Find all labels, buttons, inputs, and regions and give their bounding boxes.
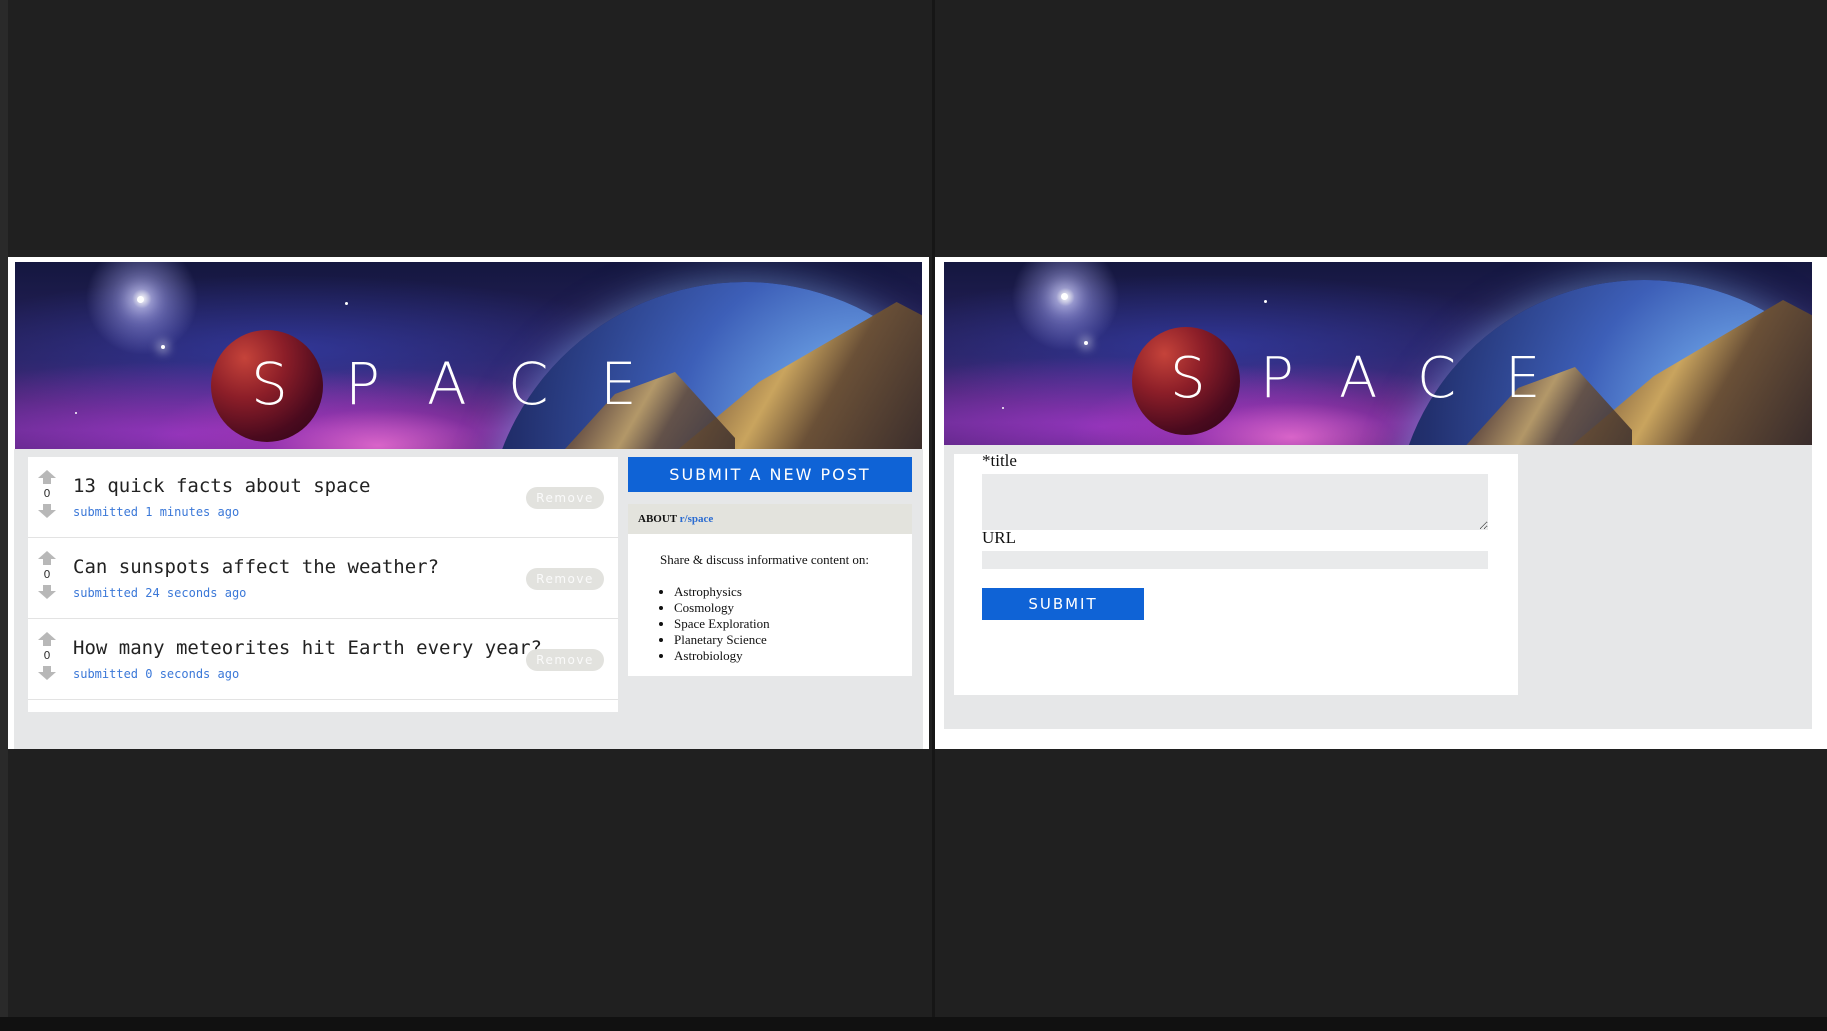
post-title[interactable]: 13 quick facts about space [73,475,370,497]
post-meta[interactable]: submitted 24 seconds ago [73,586,246,600]
banner-letter: E [600,350,637,418]
star [345,302,348,305]
post-score: 0 [43,649,51,662]
banner-letter: P [1260,346,1294,411]
post-list: 0 13 quick facts about space submitted 1… [28,457,618,712]
banner-letter: S [251,350,288,418]
topic-item: Astrobiology [674,648,902,664]
sidebar: SUBMIT A NEW POST ABOUT r/space Share & … [628,457,912,676]
post-item [28,700,618,712]
post-title[interactable]: Can sunspots affect the weather? [73,556,439,578]
remove-button[interactable]: Remove [526,487,604,509]
remove-button[interactable]: Remove [526,568,604,590]
topic-item: Planetary Science [674,632,902,648]
submit-new-post-button[interactable]: SUBMIT A NEW POST [628,457,912,492]
space-banner: S P A C E [944,262,1812,468]
about-box: ABOUT r/space Share & discuss informativ… [628,504,912,676]
submit-button[interactable]: SUBMIT [982,588,1144,620]
post-item: 0 How many meteorites hit Earth every ye… [28,619,618,700]
post-meta[interactable]: submitted 1 minutes ago [73,505,239,519]
downvote-icon[interactable] [36,665,58,681]
star [161,345,165,349]
submit-page: S P A C E *title URL SUBMIT [935,257,1827,749]
space-banner: S P A C E [15,262,922,478]
downvote-icon[interactable] [36,584,58,600]
post-item: 0 13 quick facts about space submitted 1… [28,457,618,538]
title-label: *title [982,451,1017,470]
star [1264,300,1267,303]
star [1061,293,1068,300]
about-description: Share & discuss informative content on: [660,552,870,567]
feed-page: S P A C E 0 13 quick facts about space s… [8,257,929,749]
post-score: 0 [43,487,51,500]
post-item: 0 Can sunspots affect the weather? submi… [28,538,618,619]
submit-form: *title URL SUBMIT [954,451,1518,695]
about-body: Share & discuss informative content on: … [628,534,912,676]
url-label: URL [982,528,1016,547]
post-title[interactable]: How many meteorites hit Earth every year… [73,637,542,659]
topic-item: Cosmology [674,600,902,616]
bottom-bar [0,1017,1827,1031]
banner-letter: C [508,350,549,418]
subreddit-link[interactable]: r/space [680,513,714,525]
post-score: 0 [43,568,51,581]
banner-letter: A [427,350,467,418]
upvote-icon[interactable] [36,631,58,647]
star [75,412,77,414]
post-meta[interactable]: submitted 0 seconds ago [73,667,239,681]
star [1084,341,1088,345]
banner-letter: S [1170,346,1206,411]
about-header: ABOUT r/space [628,504,912,534]
banner-letter: A [1339,346,1378,411]
star [137,296,144,303]
star [1002,407,1004,409]
banner-letter: P [345,350,380,418]
topic-list: Astrophysics Cosmology Space Exploration… [660,584,902,664]
topic-item: Space Exploration [674,616,902,632]
upvote-icon[interactable] [36,550,58,566]
remove-button[interactable]: Remove [526,649,604,671]
topic-item: Astrophysics [674,584,902,600]
upvote-icon[interactable] [36,469,58,485]
window-edge [0,0,8,1031]
title-input[interactable] [982,474,1488,530]
vote-controls: 0 [36,631,58,681]
url-input[interactable] [982,551,1488,569]
about-label: ABOUT [638,513,677,525]
vote-controls: 0 [36,469,58,519]
banner-letter: E [1505,346,1541,411]
downvote-icon[interactable] [36,503,58,519]
vote-controls: 0 [36,550,58,600]
banner-letter: C [1417,346,1457,411]
